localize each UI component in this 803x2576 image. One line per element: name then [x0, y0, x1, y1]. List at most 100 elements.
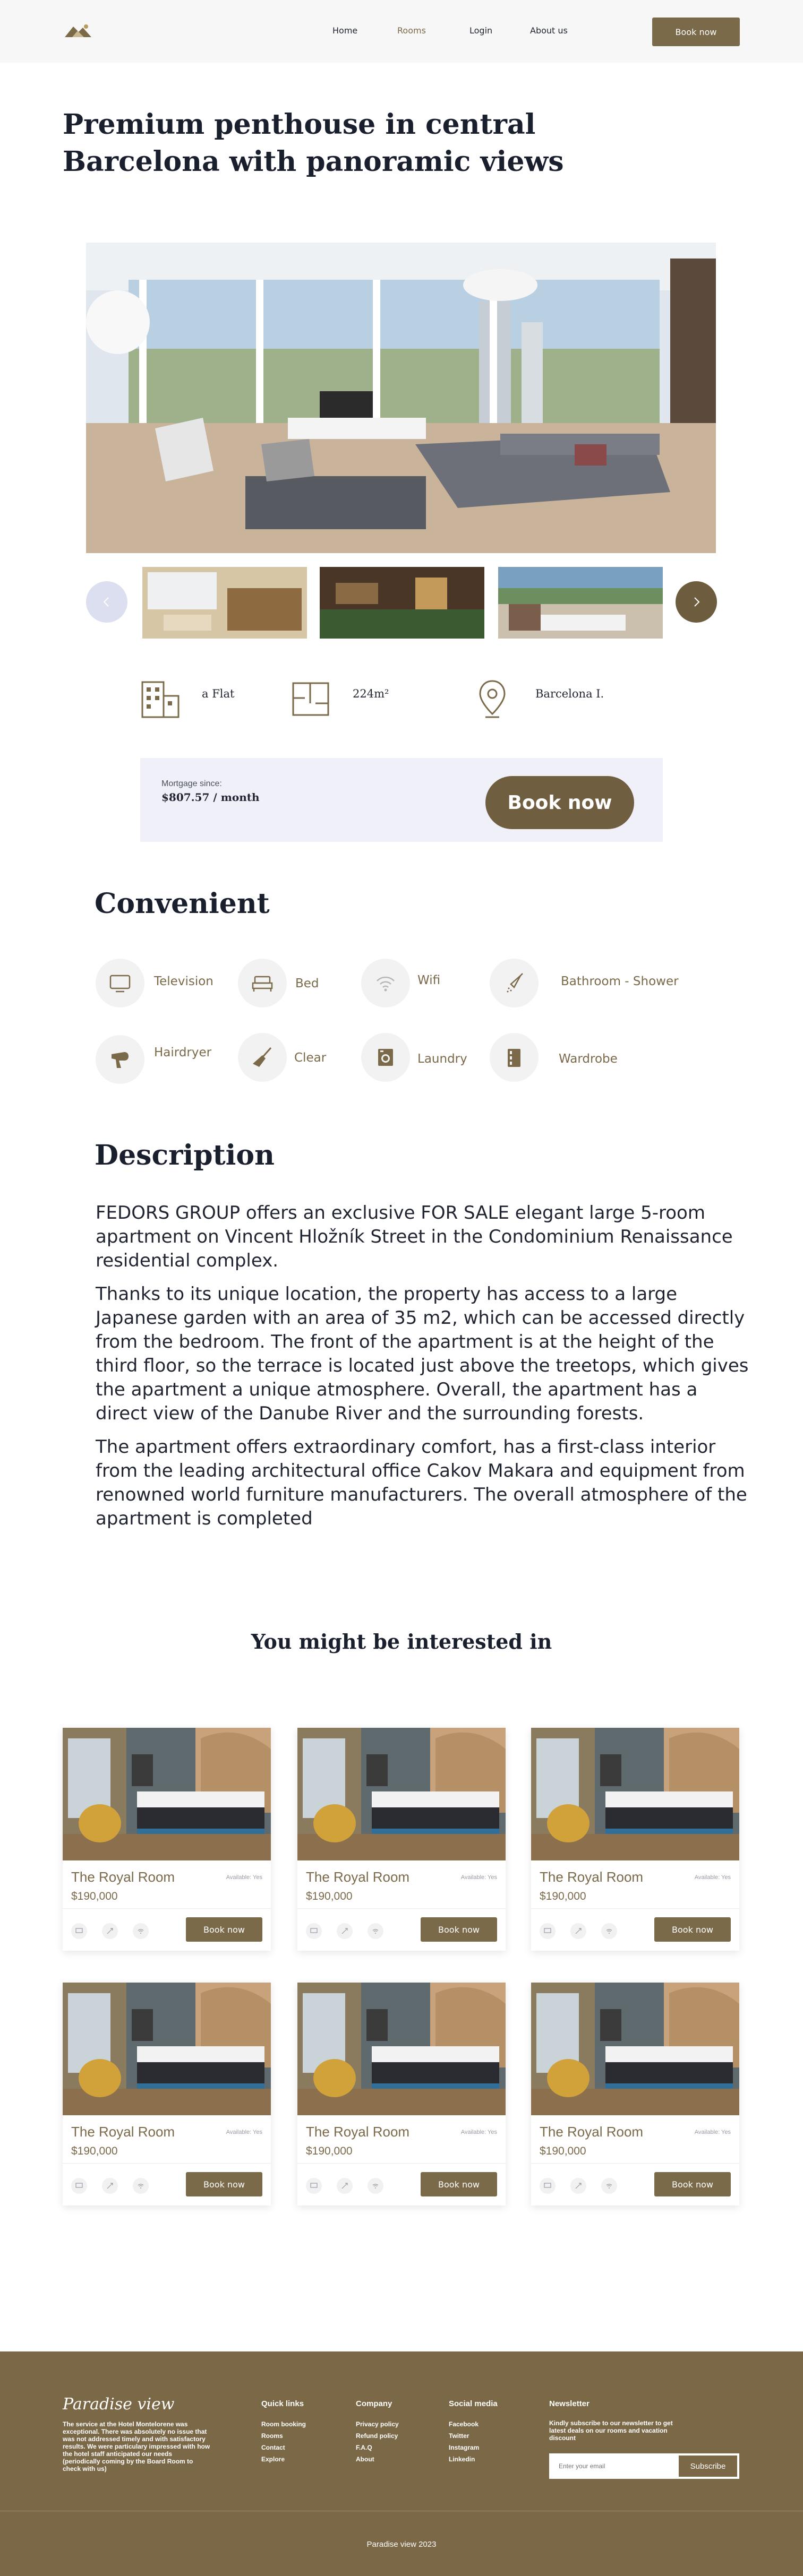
footer-link-rooms[interactable]: Rooms [261, 2432, 283, 2440]
footer-link-facebook[interactable]: Facebook [449, 2420, 479, 2428]
tv-icon [71, 2178, 87, 2194]
room-name[interactable]: The Royal Room [71, 2124, 175, 2140]
newsletter-email-input[interactable] [553, 2458, 676, 2475]
footer-link-refund[interactable]: Refund policy [356, 2432, 398, 2440]
amenity-label-clear: Clear [294, 1051, 327, 1065]
description-body: FEDORS GROUP offers an exclusive FOR SAL… [96, 1201, 749, 1540]
area-icon [337, 2178, 353, 2194]
room-price: $190,000 [540, 1890, 586, 1902]
wifi-icon [368, 2178, 383, 2194]
nav-about-us[interactable]: About us [530, 25, 568, 36]
description-paragraph: The apartment offers extraordinary comfo… [96, 1436, 747, 1529]
chevron-left-icon [103, 597, 109, 607]
room-availability: Available: Yes [226, 2129, 262, 2135]
mortgage-label: Mortgage since: [161, 779, 222, 788]
main-photo[interactable] [86, 243, 716, 553]
wifi-icon [601, 1923, 617, 1939]
nav-rooms[interactable]: Rooms [397, 25, 426, 36]
room-photo[interactable] [63, 1983, 271, 2115]
feature-type: a Flat [202, 687, 235, 700]
wifi-icon [133, 1923, 149, 1939]
footer-link-explore[interactable]: Explore [261, 2456, 285, 2463]
room-availability: Available: Yes [226, 1874, 262, 1881]
room-card[interactable]: The Royal Room Available: Yes $190,000 Book… [63, 1728, 271, 1951]
area-icon [570, 2178, 586, 2194]
room-photo[interactable] [297, 1728, 506, 1860]
hairdryer-icon [96, 1035, 144, 1084]
footer-link-privacy[interactable]: Privacy policy [356, 2420, 399, 2428]
gallery-prev-button[interactable] [86, 581, 127, 623]
room-card[interactable]: The Royal Room Available: Yes $190,000 Book… [531, 1728, 739, 1951]
room-book-now-button[interactable]: Book now [186, 2172, 262, 2196]
area-icon [102, 2178, 118, 2194]
room-name[interactable]: The Royal Room [540, 1869, 643, 1885]
broom-icon [238, 1033, 287, 1082]
room-book-now-button[interactable]: Book now [421, 1917, 497, 1942]
thumbnail-2[interactable] [320, 567, 484, 639]
footer-quick-links-title: Quick links [261, 2399, 304, 2408]
amenity-label-wardrobe: Wardrobe [559, 1052, 618, 1066]
card-divider [297, 1908, 506, 1909]
footer-link-instagram[interactable]: Instagram [449, 2444, 479, 2451]
footer-brand[interactable]: Paradise view [63, 2395, 174, 2414]
room-photo[interactable] [63, 1728, 271, 1860]
room-card[interactable]: The Royal Room Available: Yes $190,000 Book… [531, 1983, 739, 2205]
thumbnail-3[interactable] [498, 567, 663, 639]
room-book-now-button[interactable]: Book now [654, 2172, 731, 2196]
header-book-now-button[interactable]: Book now [652, 18, 740, 46]
area-icon [337, 1923, 353, 1939]
building-icon [141, 681, 180, 718]
footer-link-room-booking[interactable]: Room booking [261, 2420, 306, 2428]
room-photo[interactable] [531, 1728, 739, 1860]
description-title: Description [95, 1139, 275, 1171]
card-divider [63, 2163, 271, 2164]
room-book-now-button[interactable]: Book now [654, 1917, 731, 1942]
footer-link-contact[interactable]: Contact [261, 2444, 285, 2451]
room-photo[interactable] [297, 1983, 506, 2115]
thumbnail-1[interactable] [142, 567, 307, 639]
footer-about-text: The service at the Hotel Montelorene was… [63, 2420, 210, 2472]
room-book-now-button[interactable]: Book now [421, 2172, 497, 2196]
footer-link-faq[interactable]: F.A.Q [356, 2444, 372, 2451]
room-availability: Available: Yes [460, 1874, 497, 1881]
tv-icon [71, 1923, 87, 1939]
wifi-icon [361, 959, 410, 1007]
room-card[interactable]: The Royal Room Available: Yes $190,000 Book… [63, 1983, 271, 2205]
room-name[interactable]: The Royal Room [71, 1869, 175, 1885]
amenities-title: Convenient [95, 888, 270, 920]
footer-link-linkedin[interactable]: Linkedin [449, 2456, 475, 2463]
room-photo[interactable] [531, 1983, 739, 2115]
room-price: $190,000 [306, 1890, 353, 1902]
tv-icon [306, 2178, 322, 2194]
mortgage-book-now-button[interactable]: Book now [485, 776, 634, 829]
copyright: Paradise view 2023 [366, 2540, 437, 2549]
nav-login[interactable]: Login [469, 25, 492, 36]
room-name[interactable]: The Royal Room [306, 1869, 409, 1885]
area-icon [102, 1923, 118, 1939]
footer-link-twitter[interactable]: Twitter [449, 2432, 469, 2440]
chevron-right-icon [694, 597, 700, 607]
amenity-label-laundry: Laundry [417, 1052, 467, 1066]
nav-home[interactable]: Home [332, 25, 357, 36]
tv-icon [306, 1923, 322, 1939]
room-name[interactable]: The Royal Room [540, 2124, 643, 2140]
wifi-icon [133, 2178, 149, 2194]
room-book-now-button[interactable]: Book now [186, 1917, 262, 1942]
room-name[interactable]: The Royal Room [306, 2124, 409, 2140]
page-title: Premium penthouse in central Barcelona w… [63, 108, 564, 178]
logo-icon[interactable] [63, 21, 93, 40]
bed-icon [238, 959, 287, 1007]
gallery-next-button[interactable] [676, 581, 717, 623]
footer-newsletter-title: Newsletter [549, 2399, 590, 2408]
room-card[interactable]: The Royal Room Available: Yes $190,000 Book… [297, 1983, 506, 2205]
card-divider [531, 1908, 739, 1909]
card-divider [531, 2163, 739, 2164]
subscribe-button[interactable]: Subscribe [679, 2456, 737, 2477]
room-price: $190,000 [71, 2145, 118, 2157]
description-paragraph: Thanks to its unique location, the prope… [96, 1283, 749, 1424]
footer-link-about[interactable]: About [356, 2456, 374, 2463]
room-card[interactable]: The Royal Room Available: Yes $190,000 Book… [297, 1728, 506, 1951]
site-footer: Paradise view The service at the Hotel M… [0, 2351, 803, 2576]
area-plan-icon [292, 682, 329, 716]
tv-icon [540, 1923, 556, 1939]
